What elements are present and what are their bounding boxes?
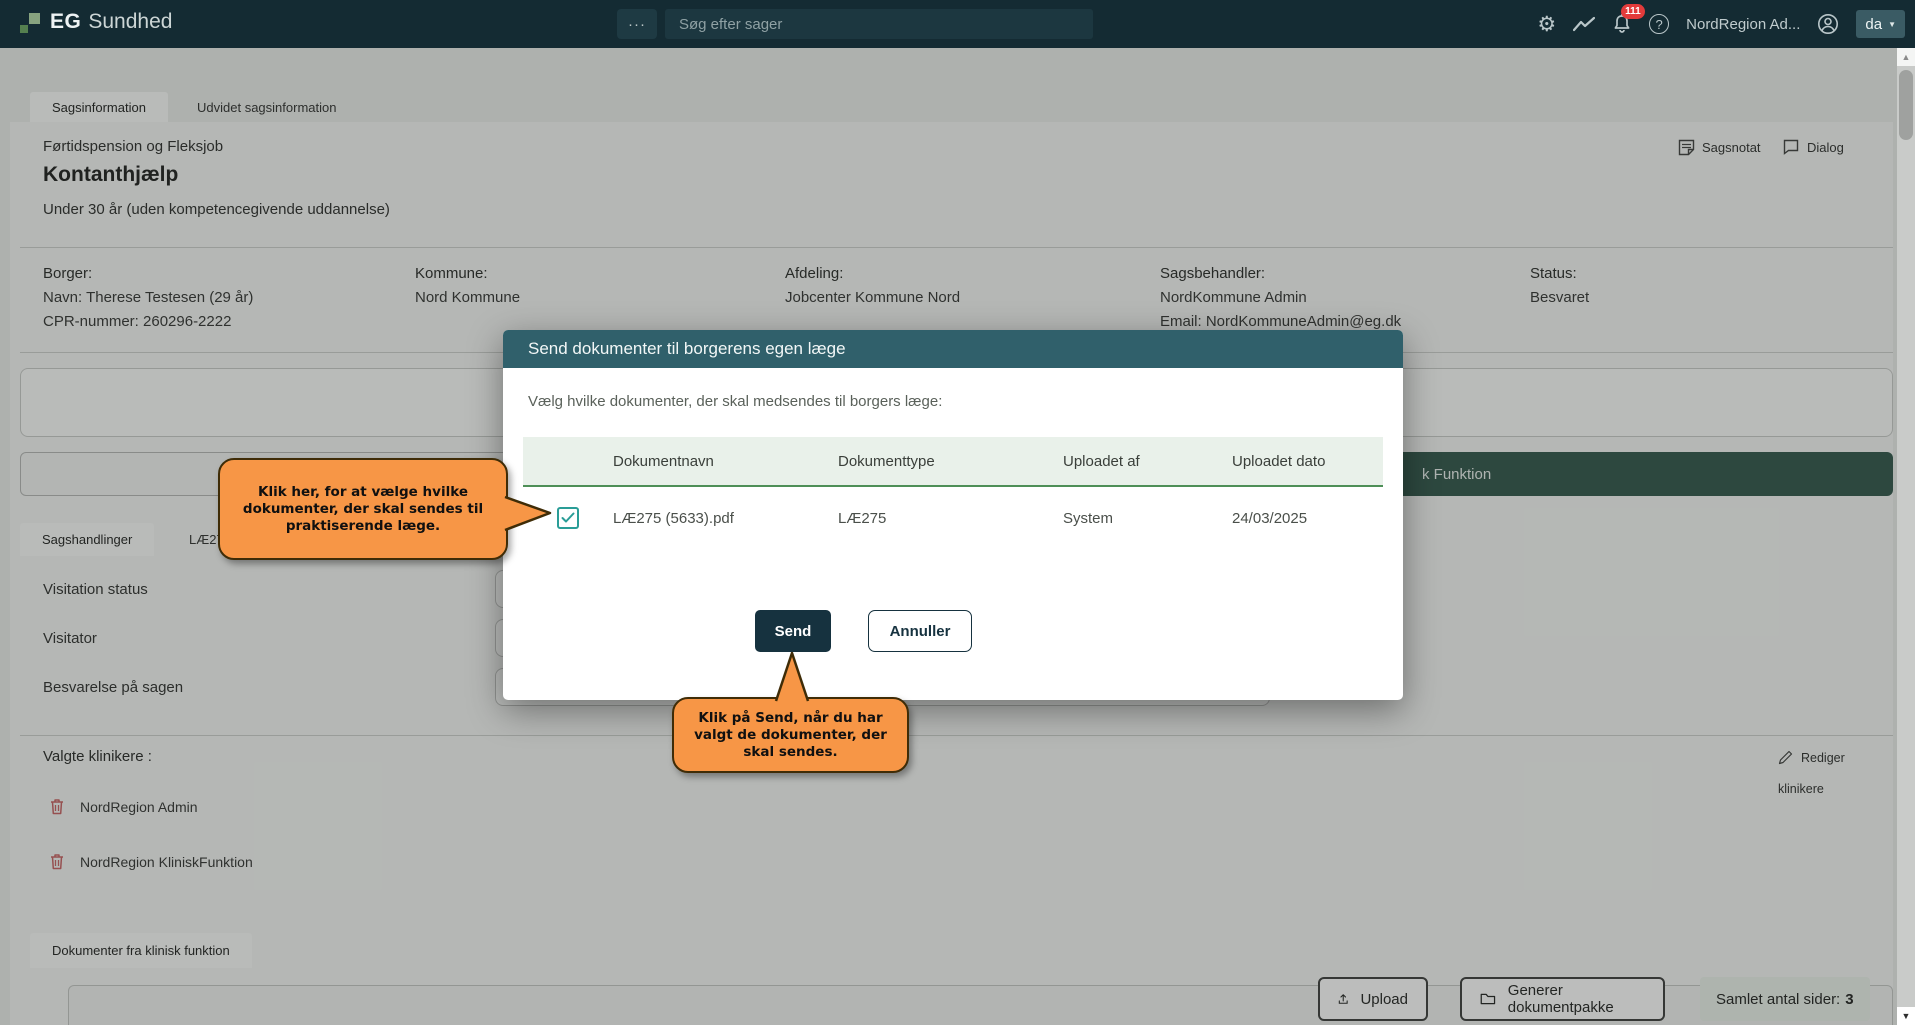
scroll-down-arrow[interactable]: ▼ (1897, 1007, 1915, 1025)
cell-uploaded-by: System (1063, 510, 1232, 527)
scrollbar-thumb[interactable] (1899, 70, 1913, 140)
page-scrollbar[interactable]: ▲ ▼ (1897, 48, 1915, 1025)
ellipsis-icon: ··· (628, 16, 646, 33)
col-uploadet-dato: Uploadet dato (1232, 453, 1383, 470)
callout-arrow-up-icon (774, 652, 810, 702)
cancel-button[interactable]: Annuller (868, 610, 972, 652)
document-checkbox[interactable] (557, 507, 579, 529)
checkmark-icon (561, 512, 575, 524)
modal-title: Send dokumenter til borgerens egen læge (528, 339, 846, 359)
table-row: LÆ275 (5633).pdf LÆ275 System 24/03/2025 (523, 487, 1383, 549)
chevron-down-icon: ▼ (1888, 20, 1896, 29)
col-dokumenttype: Dokumenttype (838, 453, 1063, 470)
callout-select-documents: Klik her, for at vælge hvilke dokumenter… (218, 458, 508, 560)
language-selector[interactable]: da ▼ (1856, 10, 1905, 38)
modal-intro-text: Vælg hvilke dokumenter, der skal medsend… (528, 393, 942, 410)
user-name[interactable]: NordRegion Ad... (1686, 16, 1800, 33)
callout-text: Klik på Send, når du har valgt de dokume… (686, 710, 895, 761)
gear-icon: ⚙ (1537, 14, 1556, 35)
eg-logo-icon (18, 6, 44, 38)
overflow-menu-button[interactable]: ··· (617, 9, 657, 39)
cell-uploaded-date: 24/03/2025 (1232, 510, 1383, 527)
callout-click-send: Klik på Send, når du har valgt de dokume… (672, 697, 909, 773)
send-documents-modal: Send dokumenter til borgerens egen læge … (503, 330, 1403, 700)
top-navbar: EG Sundhed ··· ⚙ 111 ? NordRegion Ad... … (0, 0, 1915, 48)
col-dokumentnavn: Dokumentnavn (613, 453, 838, 470)
col-uploadet-af: Uploadet af (1063, 453, 1232, 470)
search-input[interactable] (665, 9, 1093, 39)
cell-document-type: LÆ275 (838, 510, 1063, 527)
cell-document-name: LÆ275 (5633).pdf (613, 510, 838, 527)
scroll-up-arrow[interactable]: ▲ (1897, 48, 1915, 66)
settings-button[interactable]: ⚙ (1537, 14, 1556, 35)
trending-icon (1573, 16, 1595, 32)
person-circle-icon (1817, 13, 1839, 35)
callout-arrow-right-icon (504, 495, 552, 532)
help-button[interactable]: ? (1649, 14, 1669, 34)
activity-button[interactable] (1573, 16, 1595, 32)
account-button[interactable] (1817, 13, 1839, 35)
callout-text: Klik her, for at vælge hvilke dokumenter… (232, 484, 494, 535)
help-icon: ? (1649, 14, 1669, 34)
send-button[interactable]: Send (755, 610, 831, 652)
app-screen: EG Sundhed ··· ⚙ 111 ? NordRegion Ad... … (0, 0, 1915, 1025)
brand-product: Sundhed (88, 10, 172, 34)
brand-eg: EG (50, 10, 81, 34)
notifications-button[interactable]: 111 (1612, 13, 1632, 35)
documents-table: Dokumentnavn Dokumenttype Uploadet af Up… (523, 437, 1383, 549)
language-value: da (1865, 16, 1882, 33)
app-logo[interactable]: EG Sundhed (18, 6, 172, 38)
modal-title-bar: Send dokumenter til borgerens egen læge (503, 330, 1403, 368)
table-header-row: Dokumentnavn Dokumenttype Uploadet af Up… (523, 437, 1383, 487)
notification-badge: 111 (1621, 4, 1645, 19)
